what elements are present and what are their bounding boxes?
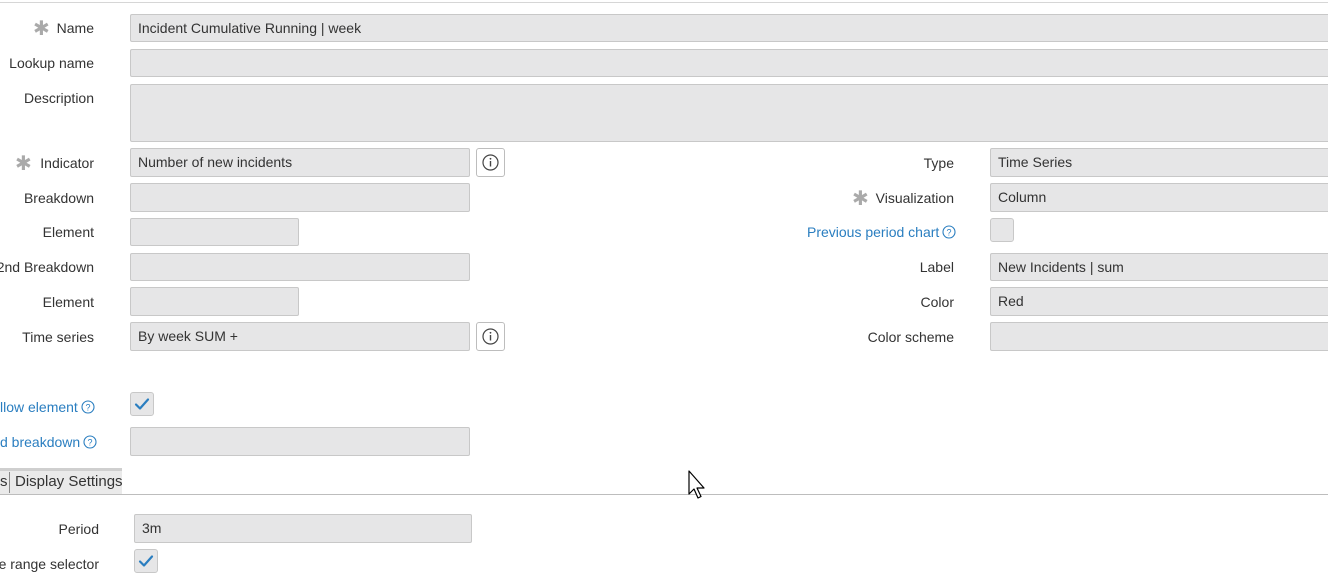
second-breakdown-label: 2nd Breakdown xyxy=(0,259,94,275)
info-icon xyxy=(482,328,499,345)
previous-period-chart-link[interactable]: Previous period chart? xyxy=(807,223,956,241)
question-circle-icon[interactable]: ? xyxy=(81,400,95,414)
indicator-info-button[interactable] xyxy=(476,148,505,177)
type-select[interactable]: Time Series xyxy=(990,148,1328,177)
tab-separator xyxy=(9,472,10,493)
tab-divider xyxy=(0,494,1328,495)
follow-element-label: llow element xyxy=(0,399,78,415)
color-scheme-label: Color scheme xyxy=(867,329,954,345)
period-label: Period xyxy=(58,521,99,537)
color-scheme-select[interactable] xyxy=(990,322,1328,351)
time-series-input[interactable]: By week SUM + xyxy=(130,322,470,351)
required-asterisk-icon: ✱ xyxy=(852,188,869,210)
follow-breakdown-label: d breakdown xyxy=(0,434,81,450)
check-icon xyxy=(134,398,150,410)
follow-breakdown-link[interactable]: d breakdown? xyxy=(0,433,97,451)
indicator-input[interactable]: Number of new incidents xyxy=(130,148,470,177)
previous-period-chart-label: Previous period chart xyxy=(807,224,940,240)
follow-breakdown-input[interactable] xyxy=(130,427,470,456)
follow-element-checkbox[interactable] xyxy=(130,392,154,416)
check-icon xyxy=(138,555,154,567)
chart-label-input[interactable]: New Incidents | sum xyxy=(990,253,1328,281)
question-circle-icon[interactable]: ? xyxy=(83,435,97,449)
breakdown-input[interactable] xyxy=(130,183,470,212)
second-element-input[interactable] xyxy=(130,287,299,316)
required-asterisk-icon: ✱ xyxy=(15,153,32,175)
question-circle-icon[interactable]: ? xyxy=(942,225,956,239)
follow-element-link[interactable]: llow element? xyxy=(0,398,95,416)
color-label: Color xyxy=(920,294,954,310)
visualization-select[interactable]: Column xyxy=(990,183,1328,212)
top-divider xyxy=(0,2,1328,3)
description-textarea[interactable] xyxy=(130,84,1328,142)
name-label: Name xyxy=(56,20,94,36)
tab-partial[interactable]: s xyxy=(0,473,8,490)
svg-text:?: ? xyxy=(88,438,93,448)
element-input[interactable] xyxy=(130,218,299,246)
date-range-selector-checkbox[interactable] xyxy=(134,549,158,573)
visualization-label: Visualization xyxy=(875,190,954,206)
chart-label-label: Label xyxy=(919,259,954,275)
color-select[interactable]: Red xyxy=(990,287,1328,316)
breakdown-label: Breakdown xyxy=(23,190,94,206)
description-label: Description xyxy=(23,90,94,106)
lookup-name-label: Lookup name xyxy=(9,55,94,71)
lookup-name-input[interactable] xyxy=(130,49,1328,77)
period-input[interactable]: 3m xyxy=(134,514,472,543)
time-series-info-button[interactable] xyxy=(476,322,505,351)
svg-text:?: ? xyxy=(947,228,952,238)
required-asterisk-icon: ✱ xyxy=(33,18,50,40)
indicator-label: Indicator xyxy=(40,155,94,171)
name-input[interactable]: Incident Cumulative Running | week xyxy=(130,14,1328,42)
time-series-label: Time series xyxy=(22,329,94,345)
date-range-selector-label: te range selector xyxy=(0,556,99,572)
mouse-pointer-icon xyxy=(688,470,705,499)
second-breakdown-input[interactable] xyxy=(130,253,470,281)
second-element-label: Element xyxy=(42,294,94,310)
svg-text:?: ? xyxy=(85,403,90,413)
type-label: Type xyxy=(923,155,954,171)
previous-period-chart-checkbox[interactable] xyxy=(990,218,1014,242)
element-label: Element xyxy=(42,224,94,240)
info-icon xyxy=(482,154,499,171)
tab-display-settings[interactable]: Display Settings xyxy=(15,473,123,490)
